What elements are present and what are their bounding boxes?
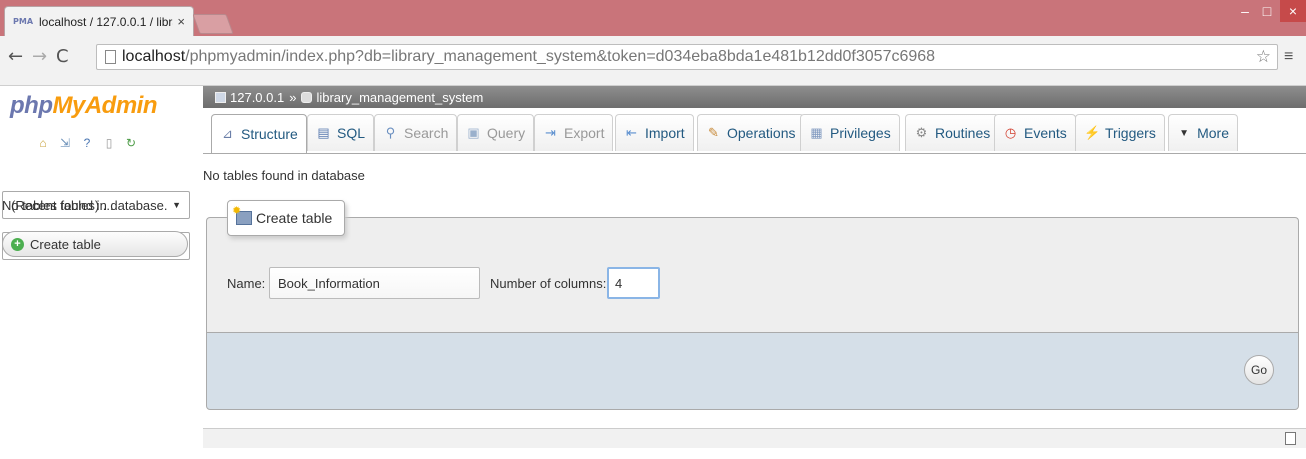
routines-icon: ⚙ (915, 125, 928, 140)
create-table-footer (206, 332, 1299, 410)
home-icon[interactable]: ⌂ (36, 136, 50, 150)
tab-structure[interactable]: ⊿ Structure (211, 114, 307, 153)
address-bar[interactable]: localhost/phpmyadmin/index.php?db=librar… (96, 44, 1278, 70)
breadcrumb-separator: » (289, 89, 297, 105)
tab-import[interactable]: ⇤ Import (615, 114, 694, 151)
tab-export[interactable]: ⇥ Export (534, 114, 614, 151)
clock-icon: ◷ (1004, 125, 1017, 140)
export-icon: ⇥ (545, 125, 556, 140)
breadcrumb: 127.0.0.1 » library_management_system (203, 86, 1306, 108)
tab-search[interactable]: ⚲ Search (374, 114, 458, 151)
tab-label: Triggers (1105, 125, 1156, 141)
phpmyadmin-logo[interactable]: phpMyAdmin (10, 92, 157, 120)
tab-query[interactable]: ▣ Query (457, 114, 535, 151)
url-host: localhost (122, 48, 186, 65)
reload-icon[interactable]: C (56, 46, 69, 67)
wrench-icon: ✎ (708, 125, 719, 140)
tab-events[interactable]: ◷ Events (994, 114, 1076, 151)
back-arrow-icon[interactable]: ← (8, 46, 23, 67)
plus-icon: + (11, 237, 24, 251)
table-name-label: Name: (227, 276, 266, 291)
help-icon[interactable]: ? (80, 136, 94, 150)
tab-more[interactable]: ▼ More (1168, 114, 1238, 151)
tab-label: Query (487, 125, 526, 141)
tab-label: Structure (241, 126, 298, 142)
pma-favicon-icon: PMA (13, 17, 34, 26)
privileges-icon: ▦ (810, 125, 823, 140)
bookmark-star-icon[interactable]: ☆ (1256, 47, 1271, 67)
logo-php: php (10, 92, 53, 119)
create-table-legend: Create table (227, 200, 345, 236)
breadcrumb-server[interactable]: 127.0.0.1 (230, 90, 284, 105)
tab-sql[interactable]: ▤ SQL (307, 114, 375, 151)
quick-icons: ⌂ ⇲ ? ▯ ↻ (36, 136, 138, 150)
maximize-icon[interactable]: □ (1254, 0, 1280, 22)
triggers-icon: ⚡ (1084, 125, 1101, 140)
tab-label: Events (1024, 125, 1067, 141)
tab-label: SQL (337, 125, 366, 141)
tab-label: Operations (727, 125, 796, 141)
sidebar-create-table-label: Create table (30, 236, 101, 252)
logout-icon[interactable]: ⇲ (58, 136, 72, 150)
sql-icon: ▤ (317, 125, 330, 140)
tab-label: Import (645, 125, 685, 141)
tab-label: Search (404, 125, 449, 141)
new-table-icon (232, 204, 252, 225)
page-icon (105, 50, 116, 64)
breadcrumb-database[interactable]: library_management_system (316, 90, 483, 105)
columns-count-label: Number of columns: (490, 276, 607, 291)
logo-myadmin: MyAdmin (52, 92, 157, 119)
url-path: /phpmyadmin/index.php?db=library_managem… (185, 48, 936, 65)
url-text[interactable]: localhost/phpmyadmin/index.php?db=librar… (122, 48, 935, 66)
search-icon: ⚲ (385, 125, 396, 140)
database-menu-tabs: ⊿ Structure ▤ SQL ⚲ Search ▣ Query ⇥ Export ⇤… (203, 108, 1306, 154)
reload-icon[interactable]: ↻ (124, 136, 138, 150)
tab-operations[interactable]: ✎ Operations (697, 114, 805, 151)
navigation-panel: phpMyAdmin ⌂ ⇲ ? ▯ ↻ (Recent tables) ...… (0, 86, 200, 459)
query-icon: ▣ (467, 125, 480, 140)
structure-icon: ⊿ (222, 126, 233, 141)
table-name-input[interactable] (269, 267, 480, 299)
go-button[interactable]: Go (1244, 355, 1274, 385)
chevron-down-icon: ▼ (172, 200, 181, 210)
no-tables-message: No tables found in database (203, 168, 365, 183)
columns-count-input[interactable] (607, 267, 660, 299)
tab-label: Routines (935, 125, 991, 141)
new-tab-button[interactable] (192, 14, 234, 34)
sidebar-create-table-button[interactable]: + Create table (2, 231, 188, 257)
forward-arrow-icon[interactable]: → (32, 46, 47, 67)
tab-routines[interactable]: ⚙ Routines (905, 114, 1000, 151)
tab-triggers[interactable]: ⚡ Triggers (1075, 114, 1165, 151)
database-icon (301, 91, 313, 103)
tab-label: More (1197, 125, 1229, 141)
browser-toolbar: ← → C localhost/phpmyadmin/index.php?db=… (0, 36, 1306, 86)
create-table-legend-label: Create table (256, 210, 333, 226)
tab-title: localhost / 127.0.0.1 / libra (39, 14, 174, 29)
sidebar-no-tables-message: No tables found in database. (2, 198, 168, 213)
tab-label: Export (564, 125, 605, 141)
tab-label: Privileges (830, 125, 891, 141)
dropdown-icon: ▼ (1179, 127, 1189, 139)
console-icon[interactable] (1285, 432, 1296, 445)
tab-close-icon[interactable]: × (177, 14, 185, 29)
close-window-icon[interactable]: × (1280, 0, 1306, 22)
import-icon: ⇤ (626, 125, 637, 140)
browser-menu-icon[interactable]: ≡ (1284, 48, 1293, 66)
browser-titlebar: PMA localhost / 127.0.0.1 / libra × – □ … (0, 0, 1306, 36)
tab-privileges[interactable]: ▦ Privileges (800, 114, 900, 151)
server-icon (215, 91, 226, 103)
browser-tab[interactable]: PMA localhost / 127.0.0.1 / libra × (4, 6, 194, 36)
docs-icon[interactable]: ▯ (102, 136, 116, 150)
console-bar[interactable] (203, 428, 1306, 448)
